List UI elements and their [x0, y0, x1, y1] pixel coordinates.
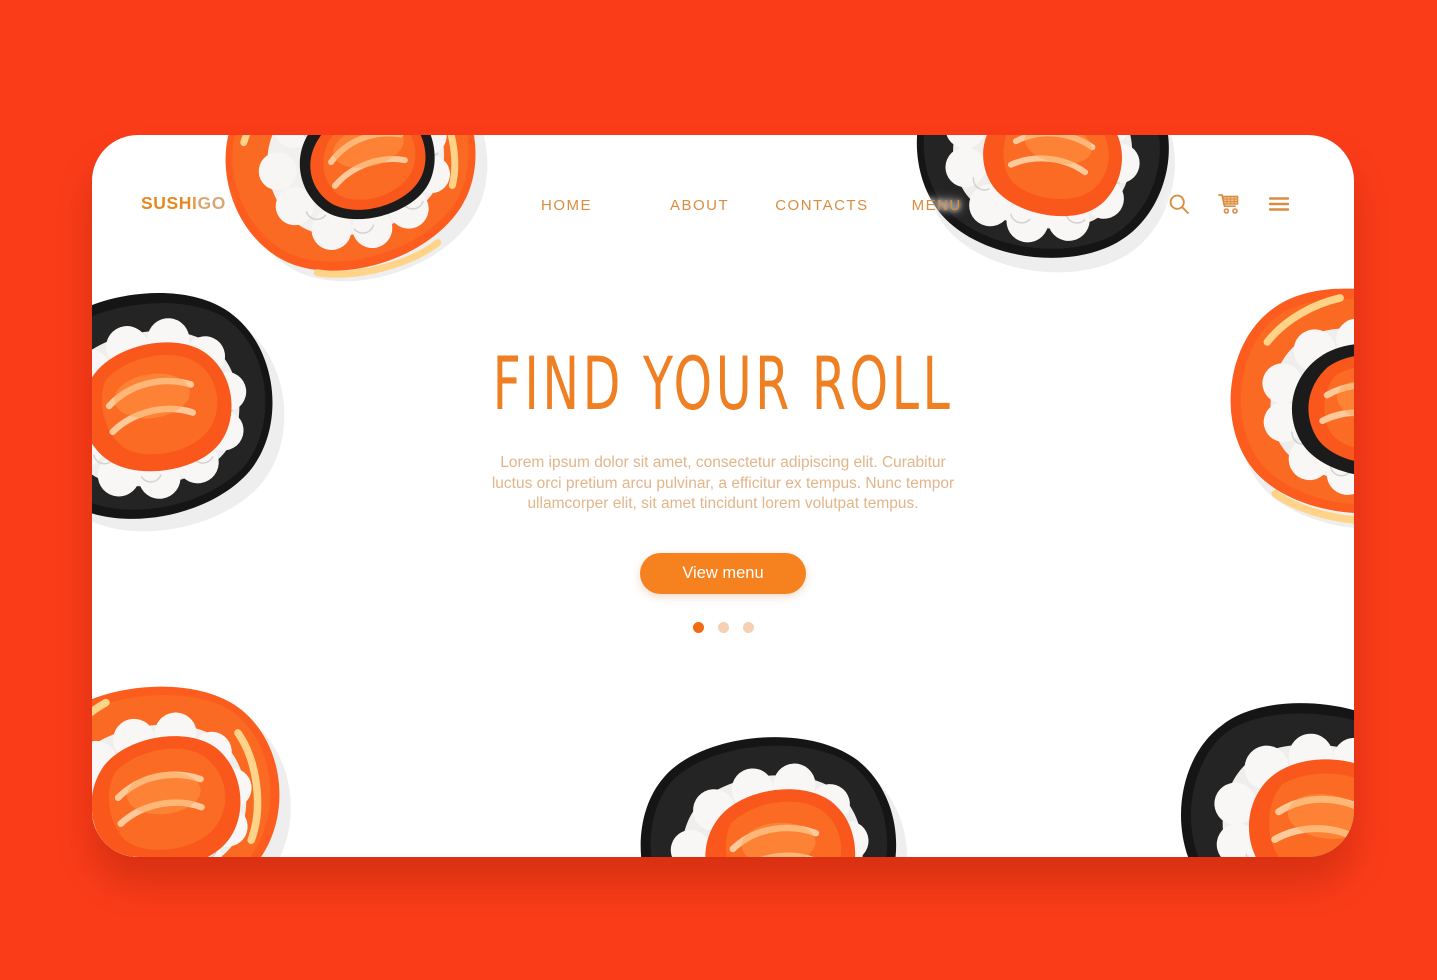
- main-navigation: HOME ABOUT CONTACTS MENU: [541, 197, 962, 214]
- nav-link-home[interactable]: HOME: [541, 197, 592, 214]
- page-title: FIND YOUR ROLL: [492, 340, 954, 427]
- cta-container: View menu: [92, 552, 1354, 594]
- hero-card: SUSHIGO HOME ABOUT CONTACTS MENU FIND YO…: [92, 135, 1354, 857]
- nav-spacer: [729, 197, 775, 214]
- sushi-roll-bottom-left: [92, 665, 296, 857]
- carousel-dots: [92, 621, 1354, 633]
- carousel-dot-3[interactable]: [742, 621, 754, 633]
- hamburger-menu-icon[interactable]: [1266, 191, 1292, 217]
- hero-content: FIND YOUR ROLL Lorem ipsum dolor sit ame…: [92, 347, 1354, 633]
- nav-link-contacts[interactable]: CONTACTS: [775, 197, 868, 214]
- logo-secondary: GO: [197, 193, 226, 213]
- carousel-dot-2[interactable]: [717, 621, 729, 633]
- search-icon[interactable]: [1166, 191, 1192, 217]
- site-header: SUSHIGO HOME ABOUT CONTACTS MENU: [92, 135, 1354, 280]
- view-menu-button[interactable]: View menu: [640, 552, 806, 594]
- nav-link-about[interactable]: ABOUT: [670, 197, 729, 214]
- nav-spacer: [869, 197, 912, 214]
- nav-link-menu[interactable]: MENU: [912, 197, 962, 214]
- sushi-roll-bottom-right: [1147, 680, 1354, 857]
- sushi-roll-bottom-center: [612, 715, 912, 857]
- cart-icon[interactable]: [1216, 191, 1242, 217]
- logo-primary: SUSHI: [141, 193, 198, 213]
- logo[interactable]: SUSHIGO: [141, 193, 226, 214]
- carousel-dot-1[interactable]: [692, 621, 704, 633]
- hero-description: Lorem ipsum dolor sit amet, consectetur …: [491, 454, 955, 513]
- nav-spacer: [592, 197, 670, 214]
- header-icon-group: [1166, 191, 1292, 217]
- hero-card-inner: SUSHIGO HOME ABOUT CONTACTS MENU FIND YO…: [92, 135, 1354, 857]
